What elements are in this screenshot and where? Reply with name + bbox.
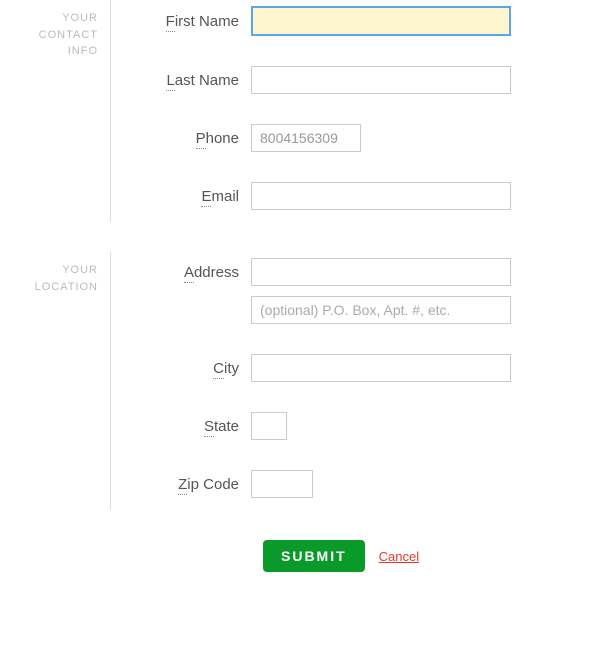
location-section: YOUR LOCATION Address City State Zip Cod… [0, 252, 592, 510]
state-label: State [111, 418, 251, 435]
cancel-link[interactable]: Cancel [379, 549, 419, 564]
field-row [111, 296, 592, 324]
address2-input[interactable] [251, 296, 511, 324]
title-line: CONTACT [39, 29, 98, 41]
zip-label: Zip Code [111, 476, 251, 493]
phone-label: Phone [111, 130, 251, 147]
zip-input[interactable] [251, 470, 313, 498]
field-row: Address [111, 258, 592, 286]
address-input[interactable] [251, 258, 511, 286]
title-line: INFO [68, 45, 98, 57]
first-name-input[interactable] [251, 6, 511, 36]
email-label: Email [111, 188, 251, 205]
form-actions: SUBMIT Cancel [263, 540, 592, 572]
field-row: Last Name [111, 66, 592, 94]
state-input[interactable] [251, 412, 287, 440]
submit-button[interactable]: SUBMIT [263, 540, 365, 572]
field-row: First Name [111, 6, 592, 36]
field-row: Zip Code [111, 470, 592, 498]
first-name-label: First Name [111, 13, 251, 30]
title-line: YOUR [62, 264, 98, 276]
title-line: YOUR [62, 12, 98, 24]
last-name-label: Last Name [111, 72, 251, 89]
city-label: City [111, 360, 251, 377]
phone-input[interactable] [251, 124, 361, 152]
city-input[interactable] [251, 354, 511, 382]
field-row: State [111, 412, 592, 440]
location-section-title: YOUR LOCATION [0, 252, 110, 510]
field-row: City [111, 354, 592, 382]
contact-info-section: YOUR CONTACT INFO First Name Last Name P… [0, 0, 592, 222]
title-line: LOCATION [35, 281, 98, 293]
contact-section-title: YOUR CONTACT INFO [0, 0, 110, 222]
email-input[interactable] [251, 182, 511, 210]
address-label: Address [111, 264, 251, 281]
last-name-input[interactable] [251, 66, 511, 94]
field-row: Email [111, 182, 592, 210]
field-row: Phone [111, 124, 592, 152]
